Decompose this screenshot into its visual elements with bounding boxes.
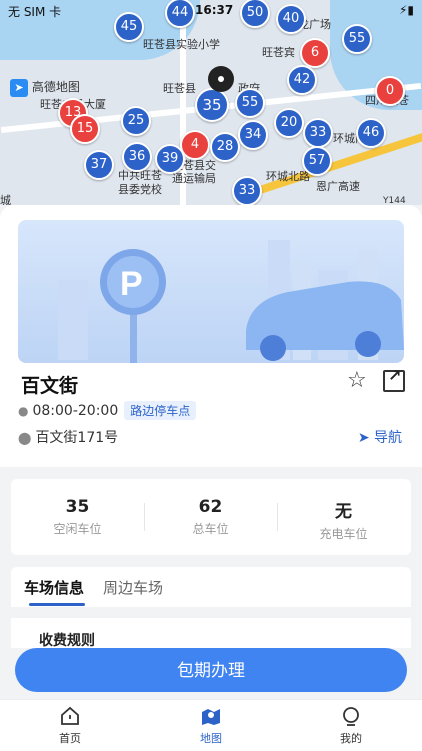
parking-pin[interactable]: 33 xyxy=(303,118,333,148)
parking-pin[interactable]: 55 xyxy=(342,24,372,54)
parking-address: ⬤ 百文街171号 xyxy=(18,430,119,446)
parking-pin[interactable]: 34 xyxy=(238,120,268,150)
location-pin-icon: ⬤ xyxy=(18,431,32,445)
parking-pin[interactable]: 28 xyxy=(210,132,240,162)
active-tab-indicator xyxy=(29,603,85,606)
map-label: 旺苍县实验小学 xyxy=(143,38,220,51)
profile-icon xyxy=(343,707,359,726)
parking-pin[interactable]: 57 xyxy=(302,146,332,176)
charging-spaces-stat: 无 充电车位 xyxy=(319,502,368,541)
parking-pin[interactable]: 42 xyxy=(287,65,317,95)
svg-text:P: P xyxy=(120,265,143,303)
tab-lot-info[interactable]: 车场信息 xyxy=(24,577,84,598)
tab-profile[interactable]: 我的 xyxy=(311,706,391,746)
parking-pin[interactable]: 35 xyxy=(195,88,229,122)
tab-home[interactable]: 首页 xyxy=(30,706,110,746)
map-label: Y144 xyxy=(383,196,406,205)
parking-pin[interactable]: 55 xyxy=(235,88,265,118)
map-label: 恩广高速 xyxy=(316,180,360,193)
amap-logo: ➤ 高德地图 xyxy=(10,78,80,97)
map-icon xyxy=(202,709,220,725)
subscription-button[interactable]: 包期办理 xyxy=(15,648,407,692)
parking-pin[interactable]: 20 xyxy=(274,108,304,138)
favorite-star-icon[interactable]: ☆ xyxy=(347,368,367,393)
parking-type-badge: 路边停车点 xyxy=(124,401,197,420)
parking-name: 百文街 xyxy=(21,375,79,397)
free-spaces-stat: 35 空闲车位 xyxy=(53,497,102,536)
parking-pin[interactable]: 37 xyxy=(84,150,114,180)
parking-pin[interactable]: 25 xyxy=(121,106,151,136)
clock-icon: ● xyxy=(18,404,29,418)
parking-illustration: P xyxy=(58,240,404,363)
tab-nearby-lots[interactable]: 周边车场 xyxy=(103,577,163,598)
battery-icon: ⚡▮ xyxy=(398,3,414,17)
map-view[interactable]: 旺苍县实验小学 龙广场 旺苍宾 旺苍县 政府 旺苍广场大厦 四川旺苍 中共旺苍 … xyxy=(0,0,422,205)
parking-pin[interactable]: 39 xyxy=(155,144,185,174)
map-label: 旺苍宾 xyxy=(262,46,295,59)
amap-icon: ➤ xyxy=(10,78,28,97)
detail-tabs: 车场信息 周边车场 xyxy=(11,567,411,607)
bottom-tab-bar: 首页 地图 我的 xyxy=(0,699,422,751)
map-label: 城 xyxy=(0,194,11,205)
navigate-arrow-icon: ➤ xyxy=(357,430,370,446)
carrier-text: 无 SIM 卡 xyxy=(8,5,62,19)
navigate-button[interactable]: ➤ 导航 xyxy=(358,427,402,447)
section-title: 收费规则 xyxy=(39,633,95,648)
clock-text: 16:37 xyxy=(195,3,234,17)
parking-pin[interactable]: 6 xyxy=(300,38,330,68)
space-stats-panel: 35 空闲车位 62 总车位 无 充电车位 xyxy=(11,479,411,555)
opening-hours: ● 08:00-20:00 路边停车点 xyxy=(18,401,197,420)
map-label: 旺苍县 xyxy=(163,82,196,95)
parking-pin[interactable]: 46 xyxy=(356,118,386,148)
share-icon[interactable] xyxy=(383,366,405,392)
parking-pin[interactable]: 0 xyxy=(375,76,405,106)
parking-pin[interactable]: 36 xyxy=(122,142,152,172)
map-label: 环城北路 xyxy=(266,170,310,183)
home-icon xyxy=(61,706,79,725)
parking-pin[interactable]: 33 xyxy=(232,176,262,205)
parking-detail-card: P 百文街 ☆ ●08:00-20:00路边停车点 ⬤百文街171号 ➤ 导航 xyxy=(0,205,422,467)
map-label: 通运输局 xyxy=(172,172,216,185)
tab-map[interactable]: 地图 xyxy=(171,706,251,746)
status-bar: 无 SIM 卡 16:37 ⚡▮ xyxy=(0,0,422,22)
location-marker[interactable] xyxy=(208,66,234,92)
fee-rules-section: 收费规则 xyxy=(11,618,411,648)
map-label: 县委党校 xyxy=(118,183,162,196)
total-spaces-stat: 62 总车位 xyxy=(192,497,229,536)
parking-pin[interactable]: 15 xyxy=(70,114,100,144)
parking-banner-image: P xyxy=(18,220,404,363)
